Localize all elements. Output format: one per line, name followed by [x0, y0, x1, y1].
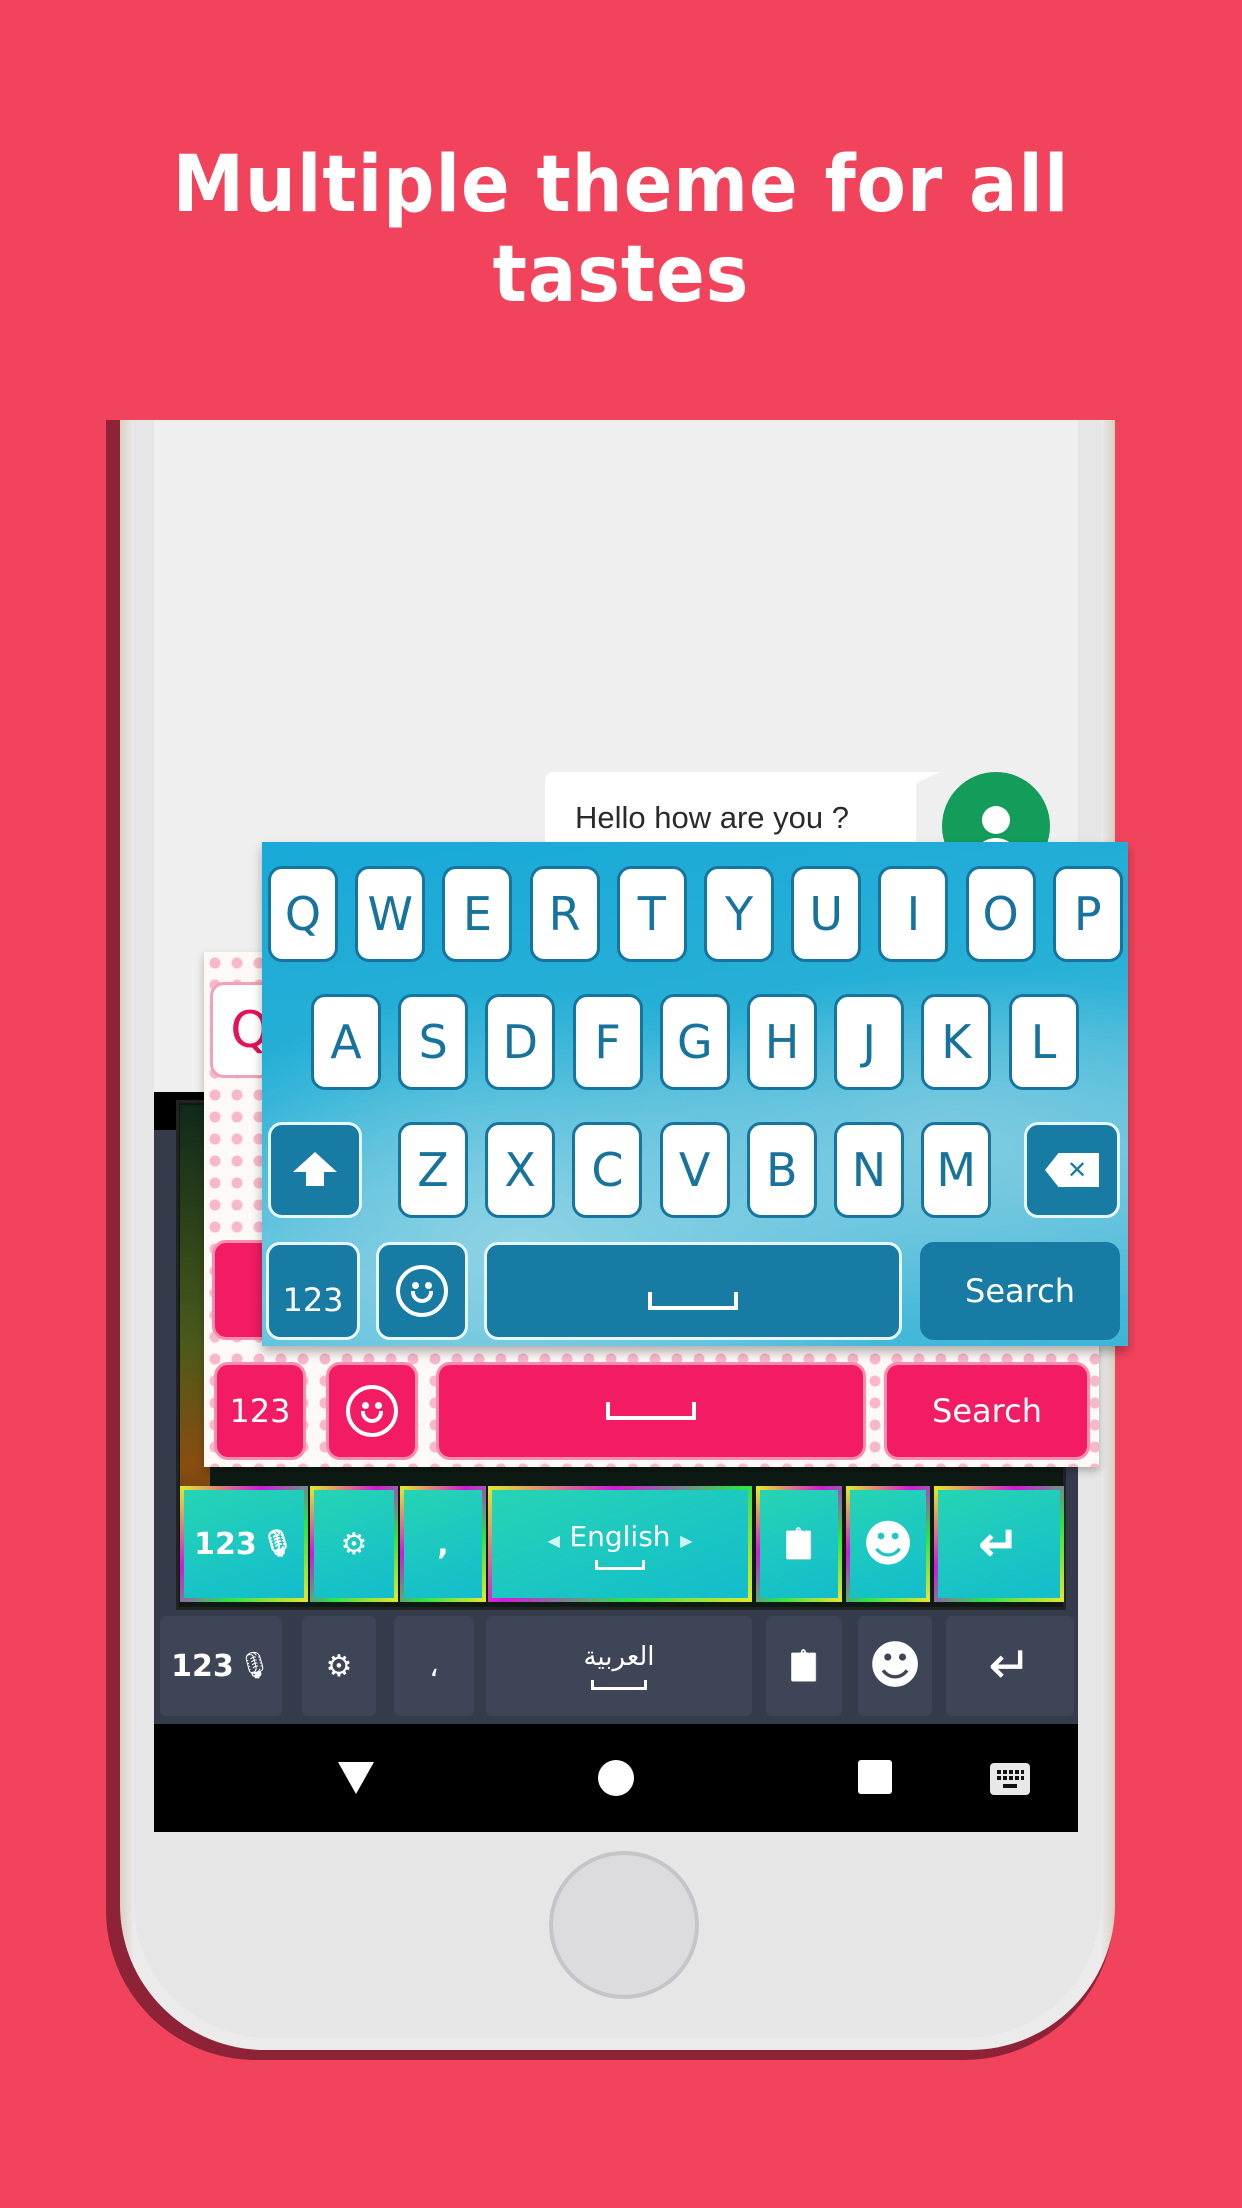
key-f[interactable]: F — [572, 994, 643, 1090]
blue-search-label: Search — [965, 1272, 1075, 1310]
language-prev-icon: ◀ — [547, 1530, 560, 1550]
key-r[interactable]: R — [529, 866, 600, 962]
key-g[interactable]: G — [659, 994, 730, 1090]
neon-language-space-key[interactable]: ◀ English ▶ — [488, 1486, 752, 1602]
key-v[interactable]: V — [659, 1122, 730, 1218]
key-x[interactable]: X — [485, 1122, 556, 1218]
pink-emoji-key[interactable] — [326, 1362, 418, 1460]
emoji-icon: ☻ — [867, 1636, 923, 1696]
key-o[interactable]: O — [965, 866, 1036, 962]
mic-icon: 🎙 — [260, 1529, 294, 1559]
key-p[interactable]: P — [1052, 866, 1123, 962]
dark-numbers-mic-key[interactable]: 123 🎙 — [160, 1616, 282, 1716]
dark-enter-key[interactable]: ↵ — [946, 1616, 1074, 1716]
key-u[interactable]: U — [791, 866, 862, 962]
enter-icon: ↵ — [978, 1515, 1020, 1573]
neon-emoji-key[interactable]: ☻ — [846, 1486, 930, 1602]
blue-emoji-key[interactable] — [376, 1242, 468, 1340]
shift-arrow-icon — [293, 1152, 337, 1186]
neon-numbers-label: 123 — [194, 1526, 257, 1562]
neon-numbers-mic-key[interactable]: 123 🎙 — [180, 1486, 308, 1602]
key-q[interactable]: Q — [268, 866, 338, 962]
key-n[interactable]: N — [834, 1122, 904, 1218]
comma-label: , — [437, 1526, 449, 1562]
space-bar-icon — [606, 1402, 696, 1420]
settings-icon: ⚙ — [340, 1526, 368, 1562]
key-i[interactable]: I — [878, 866, 949, 962]
back-triangle-icon[interactable] — [338, 1762, 374, 1794]
home-circle-icon[interactable] — [598, 1760, 634, 1796]
key-t[interactable]: T — [616, 866, 687, 962]
key-c[interactable]: C — [572, 1122, 643, 1218]
key-a[interactable]: A — [311, 994, 381, 1090]
key-b[interactable]: B — [746, 1122, 817, 1218]
comma-label: ، — [429, 1648, 439, 1684]
enter-icon: ↵ — [988, 1636, 1032, 1696]
blue-backspace-key[interactable]: ✕ — [1024, 1122, 1120, 1218]
blue-search-key[interactable]: Search — [920, 1242, 1120, 1340]
smiley-icon — [346, 1385, 398, 1437]
dark-clipboard-key[interactable]: 📋 — [766, 1616, 842, 1716]
language-label: العربية — [583, 1642, 655, 1672]
space-bar-icon — [594, 1559, 645, 1570]
dark-numbers-label: 123 — [171, 1648, 234, 1684]
key-k[interactable]: K — [921, 994, 992, 1090]
clipboard-icon: 📋 — [785, 1648, 823, 1684]
key-j[interactable]: J — [834, 994, 905, 1090]
recents-square-icon[interactable] — [858, 1760, 892, 1794]
pink-numbers-label: 123 — [229, 1392, 291, 1430]
blue-numbers-label: 123 — [282, 1281, 344, 1319]
key-e[interactable]: E — [442, 866, 513, 962]
dark-emoji-key[interactable]: ☻ — [858, 1616, 932, 1716]
key-w[interactable]: W — [355, 866, 426, 962]
clipboard-icon: 📋 — [780, 1526, 818, 1562]
home-button[interactable] — [549, 1851, 699, 1999]
headline: Multiple theme for all tastes — [172, 140, 1070, 320]
backspace-icon: ✕ — [1045, 1153, 1099, 1187]
space-bar-icon — [648, 1292, 738, 1310]
key-l[interactable]: L — [1008, 994, 1079, 1090]
pink-search-label: Search — [932, 1392, 1042, 1430]
blue-numbers-key[interactable]: 123 — [266, 1242, 360, 1340]
backspace-glyph: ✕ — [1066, 1156, 1088, 1184]
key-m[interactable]: M — [921, 1122, 992, 1218]
chat-message: Hello how are you ? — [575, 800, 849, 835]
settings-icon: ⚙ — [325, 1648, 353, 1684]
key-y[interactable]: Y — [704, 866, 774, 962]
neon-comma-key[interactable]: , — [400, 1486, 486, 1602]
key-d[interactable]: D — [485, 994, 556, 1090]
dark-language-space-key[interactable]: العربية — [486, 1616, 752, 1716]
pink-search-key[interactable]: Search — [884, 1362, 1090, 1460]
mic-icon: 🎙 — [237, 1651, 271, 1681]
keyboard-switch-icon[interactable] — [990, 1763, 1030, 1795]
dark-comma-key[interactable]: ، — [394, 1616, 474, 1716]
language-label: English — [569, 1519, 671, 1553]
key-h[interactable]: H — [747, 994, 817, 1090]
language-next-icon: ▶ — [680, 1530, 693, 1550]
pink-numbers-key[interactable]: 123 — [214, 1362, 306, 1460]
neon-settings-key[interactable]: ⚙ — [310, 1486, 398, 1602]
smiley-icon — [396, 1265, 448, 1317]
pink-space-key[interactable] — [436, 1362, 866, 1460]
neon-clipboard-key[interactable]: 📋 — [756, 1486, 842, 1602]
key-s[interactable]: S — [398, 994, 469, 1090]
blue-space-key[interactable] — [484, 1242, 902, 1340]
key-z[interactable]: Z — [398, 1122, 468, 1218]
neon-enter-key[interactable]: ↵ — [934, 1486, 1064, 1602]
space-bar-icon — [591, 1680, 647, 1690]
blue-shift-key[interactable] — [268, 1122, 362, 1218]
dark-settings-key[interactable]: ⚙ — [302, 1616, 376, 1716]
emoji-icon: ☻ — [861, 1515, 915, 1573]
